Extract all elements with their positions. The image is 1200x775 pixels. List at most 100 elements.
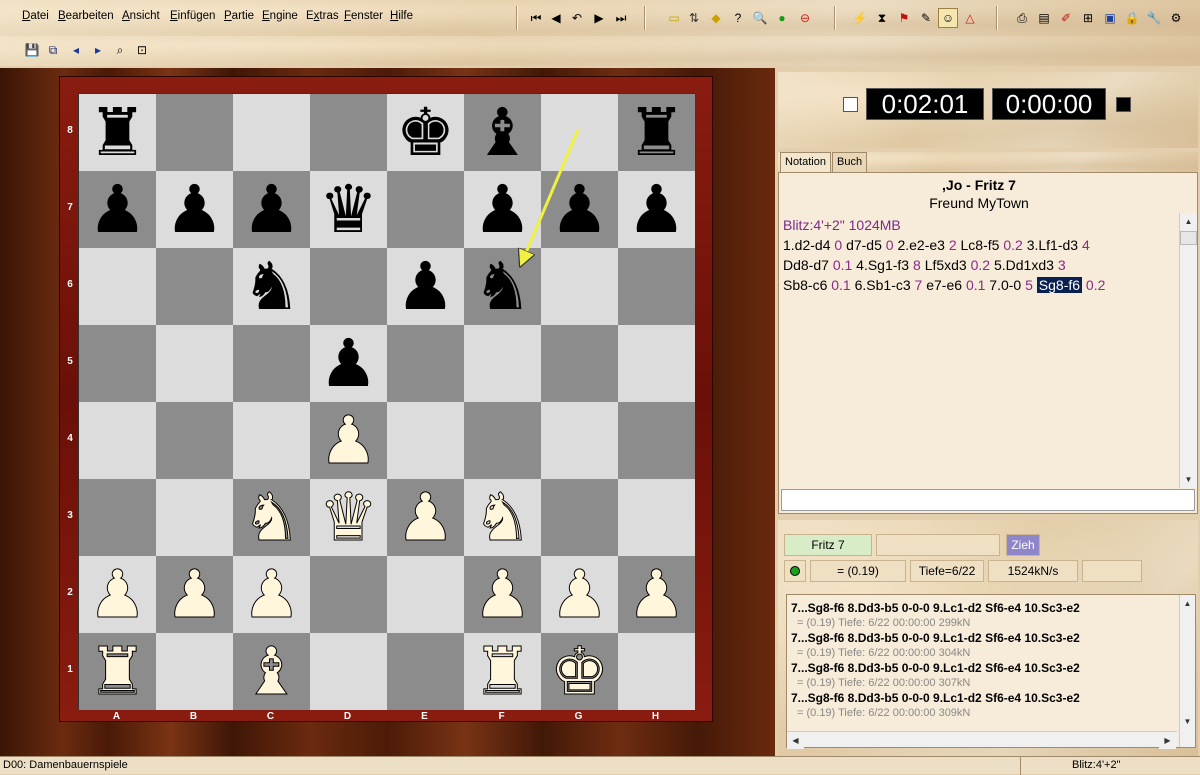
square-f7[interactable]: ♟: [464, 171, 541, 248]
move[interactable]: Lf5xd3: [925, 257, 971, 273]
scroll-up-icon[interactable]: ▲: [1180, 595, 1195, 612]
window-icon[interactable]: ▣: [1102, 10, 1118, 26]
square-e7[interactable]: [387, 171, 464, 248]
lock-icon[interactable]: 🔒: [1124, 10, 1140, 26]
scroll-left-icon[interactable]: ◀: [787, 732, 804, 749]
takeback-icon[interactable]: ↶: [569, 10, 585, 26]
white-bishop-icon[interactable]: ♝: [241, 638, 301, 705]
square-c6[interactable]: ♞: [233, 248, 310, 325]
save-icon[interactable]: 💾: [24, 42, 40, 58]
square-e5[interactable]: [387, 325, 464, 402]
square-c2[interactable]: ♟: [233, 556, 310, 633]
square-e1[interactable]: [387, 633, 464, 710]
white-pawn-icon[interactable]: ♟: [87, 561, 147, 628]
edit-icon[interactable]: ✎: [918, 10, 934, 26]
white-pawn-icon[interactable]: ♟: [626, 561, 686, 628]
square-d3[interactable]: ♛: [310, 479, 387, 556]
notation-input[interactable]: [781, 489, 1195, 511]
white-pawn-icon[interactable]: ♟: [472, 561, 532, 628]
tab-book[interactable]: Buch: [832, 152, 868, 172]
square-h8[interactable]: ♜: [618, 94, 695, 171]
square-c5[interactable]: [233, 325, 310, 402]
next-move-icon[interactable]: ▶: [591, 10, 607, 26]
scroll-thumb[interactable]: [1180, 231, 1197, 245]
start-icon[interactable]: ●: [774, 10, 790, 26]
menu-einfügen[interactable]: Einfügen: [170, 10, 215, 22]
black-king-icon[interactable]: ♚: [396, 99, 455, 166]
move[interactable]: e7-e6: [926, 277, 966, 293]
square-b1[interactable]: [156, 633, 233, 710]
properties-icon[interactable]: ⊡: [134, 42, 150, 58]
white-knight-icon[interactable]: ♞: [472, 484, 532, 551]
square-d1[interactable]: [310, 633, 387, 710]
black-knight-icon[interactable]: ♞: [473, 253, 532, 320]
white-rook-icon[interactable]: ♜: [87, 638, 147, 705]
forward-arrow-icon[interactable]: ▸: [90, 42, 106, 58]
binoculars-icon[interactable]: ⌕: [112, 42, 128, 58]
square-h1[interactable]: [618, 633, 695, 710]
square-g5[interactable]: [541, 325, 618, 402]
square-g7[interactable]: ♟: [541, 171, 618, 248]
black-pawn-icon[interactable]: ♟: [550, 176, 609, 243]
square-c3[interactable]: ♞: [233, 479, 310, 556]
black-rook-icon[interactable]: ♜: [627, 99, 686, 166]
square-f2[interactable]: ♟: [464, 556, 541, 633]
square-a5[interactable]: [79, 325, 156, 402]
scroll-up-icon[interactable]: ▲: [1180, 213, 1197, 230]
menu-extras[interactable]: Extras: [306, 10, 339, 22]
annotate-icon[interactable]: ✐: [1058, 10, 1074, 26]
square-e6[interactable]: ♟: [387, 248, 464, 325]
move-now-button[interactable]: Zieh: [1006, 534, 1040, 556]
white-queen-icon[interactable]: ♛: [318, 484, 378, 551]
square-a1[interactable]: ♜: [79, 633, 156, 710]
white-pawn-icon[interactable]: ♟: [318, 407, 378, 474]
move[interactable]: Dd8-d7: [783, 257, 833, 273]
move[interactable]: 7.0-0: [989, 277, 1025, 293]
engine-hscrollbar[interactable]: ◀ ▶: [787, 731, 1177, 749]
blitz-icon[interactable]: ⚡: [852, 10, 868, 26]
menu-datei[interactable]: Datei: [22, 10, 49, 22]
square-a2[interactable]: ♟: [79, 556, 156, 633]
square-c8[interactable]: [233, 94, 310, 171]
white-knight-icon[interactable]: ♞: [241, 484, 301, 551]
hourglass-icon[interactable]: ⧗: [874, 10, 890, 26]
last-move-icon[interactable]: ⏭: [613, 10, 629, 26]
black-pawn-icon[interactable]: ♟: [396, 253, 455, 320]
move[interactable]: 1.d2-d4: [783, 237, 834, 253]
square-b8[interactable]: [156, 94, 233, 171]
white-pawn-icon[interactable]: ♟: [395, 484, 455, 551]
square-f8[interactable]: ♝: [464, 94, 541, 171]
black-pawn-icon[interactable]: ♟: [319, 330, 378, 397]
square-g6[interactable]: [541, 248, 618, 325]
printer-icon[interactable]: ⎙: [1014, 10, 1030, 26]
flag-icon[interactable]: ⚑: [896, 10, 912, 26]
move[interactable]: Lc8-f5: [961, 237, 1004, 253]
square-b7[interactable]: ♟: [156, 171, 233, 248]
white-pawn-icon[interactable]: ♟: [241, 561, 301, 628]
square-d8[interactable]: [310, 94, 387, 171]
black-pawn-icon[interactable]: ♟: [88, 176, 147, 243]
flip-board-icon[interactable]: ⇅: [686, 10, 702, 26]
move[interactable]: 4.Sg1-f3: [856, 257, 913, 273]
scroll-down-icon[interactable]: ▼: [1180, 713, 1195, 730]
square-c1[interactable]: ♝: [233, 633, 310, 710]
stop-icon[interactable]: ⊖: [797, 10, 813, 26]
move[interactable]: 5.Dd1xd3: [994, 257, 1058, 273]
menu-fenster[interactable]: Fenster: [344, 10, 383, 22]
square-a6[interactable]: [79, 248, 156, 325]
tab-notation[interactable]: Notation: [780, 152, 831, 172]
menu-bearbeiten[interactable]: Bearbeiten: [58, 10, 114, 22]
settings-icon[interactable]: ⚙: [1168, 10, 1184, 26]
move[interactable]: Sb8-c6: [783, 277, 831, 293]
square-a3[interactable]: [79, 479, 156, 556]
current-move[interactable]: Sg8-f6: [1036, 277, 1083, 293]
black-bishop-icon[interactable]: ♝: [473, 99, 532, 166]
square-g4[interactable]: [541, 402, 618, 479]
square-g8[interactable]: [541, 94, 618, 171]
black-pawn-icon[interactable]: ♟: [165, 176, 224, 243]
menu-engine[interactable]: Engine: [262, 10, 298, 22]
menu-partie[interactable]: Partie: [224, 10, 254, 22]
database-icon[interactable]: ⊞: [1080, 10, 1096, 26]
hint-icon[interactable]: ◆: [708, 10, 724, 26]
black-pawn-icon[interactable]: ♟: [473, 176, 532, 243]
